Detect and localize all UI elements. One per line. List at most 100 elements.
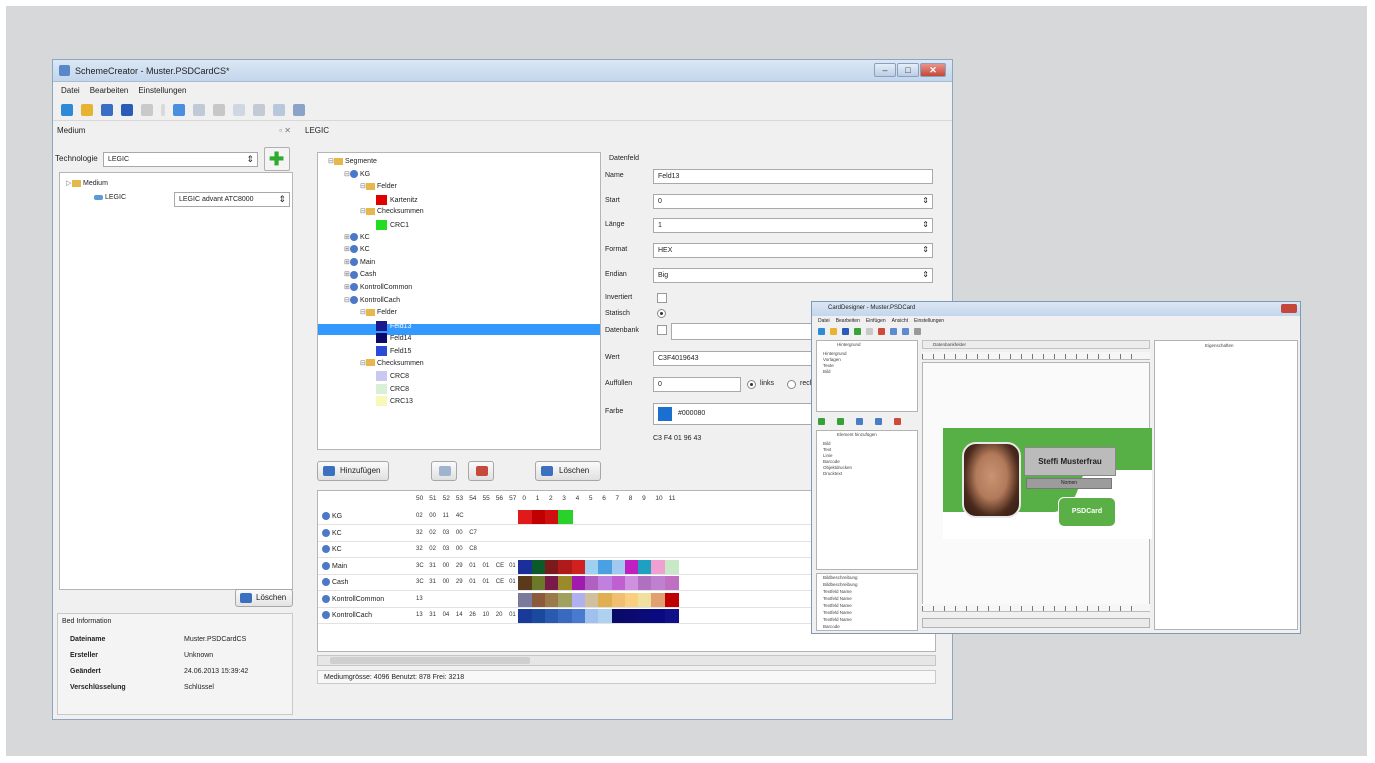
redo-icon[interactable] [902, 328, 909, 335]
card-logo[interactable]: PSDCard [1058, 497, 1116, 527]
grid-colored-cell[interactable] [584, 609, 600, 623]
remove-icon[interactable] [894, 418, 901, 425]
menu-einfuegen[interactable]: Einfügen [866, 318, 886, 324]
grid-colored-cell[interactable] [518, 609, 533, 623]
grid-cell[interactable]: 02 [429, 530, 436, 536]
grid-colored-cell[interactable] [624, 592, 640, 607]
paste-icon[interactable] [213, 103, 225, 116]
grid-colored-cell[interactable] [545, 576, 560, 590]
chip-type-select[interactable]: LEGIC advant ATC8000 ⇕ [174, 192, 290, 207]
grid-colored-cell[interactable] [545, 510, 560, 524]
open-db-icon[interactable] [101, 103, 113, 116]
grid-colored-cell[interactable] [611, 609, 626, 623]
grid-colored-cell[interactable] [598, 592, 613, 607]
grid-cell[interactable]: 00 [443, 563, 450, 569]
grid-cell[interactable]: 3C [416, 563, 424, 569]
grid-colored-cell[interactable] [651, 592, 666, 607]
undo-icon[interactable] [173, 103, 185, 116]
grid-colored-cell[interactable] [531, 592, 546, 607]
name-input[interactable]: Feld13 [653, 169, 933, 184]
grid-colored-cell[interactable] [571, 559, 586, 574]
grid-colored-cell[interactable] [518, 592, 533, 607]
grid-cell[interactable]: 32 [416, 530, 423, 536]
grid-colored-cell[interactable] [584, 559, 600, 574]
grid-cell[interactable]: 02 [429, 546, 436, 552]
grid-colored-cell[interactable] [518, 559, 533, 574]
grid-cell[interactable]: 14 [456, 612, 463, 618]
grid-cell[interactable]: C8 [469, 546, 477, 552]
grid-cell[interactable]: 00 [456, 546, 463, 552]
element-item[interactable]: Bild [823, 441, 831, 446]
tree-item[interactable]: CRC13 [376, 396, 413, 407]
list-item[interactable]: Bildbeschreibung [823, 575, 858, 580]
tree-item-medium[interactable]: ▷ Medium [66, 179, 108, 187]
add-field-button[interactable]: Hinzufügen [317, 461, 389, 481]
copy-icon[interactable] [193, 103, 205, 116]
format-select[interactable]: HEX ⇕ [653, 243, 933, 258]
new-icon[interactable] [818, 328, 825, 335]
grid-cell[interactable]: 31 [429, 563, 436, 569]
element-item[interactable]: Linie [823, 453, 833, 458]
grid-cell[interactable]: 01 [509, 612, 516, 618]
tree-item[interactable]: ⊟ Checksummen [360, 359, 424, 367]
grid-colored-cell[interactable] [518, 510, 533, 524]
grid-cell[interactable]: 01 [483, 579, 490, 585]
grid-colored-cell[interactable] [651, 559, 666, 574]
menu-datei[interactable]: Datei [61, 86, 80, 95]
grid-colored-cell[interactable] [531, 510, 546, 524]
tree-item[interactable]: ⊞ Main [344, 257, 375, 266]
start-spinbox[interactable]: 0 ⇕ [653, 194, 933, 209]
tree-item[interactable]: ⊞ KC [344, 245, 370, 254]
endian-select[interactable]: Big ⇕ [653, 268, 933, 283]
card-name[interactable]: Steffi Musterfrau [1024, 447, 1116, 476]
grid-cell[interactable]: 01 [509, 563, 516, 569]
menu-einstellungen[interactable]: Einstellungen [914, 318, 944, 324]
element-item[interactable]: Barcode [823, 459, 840, 464]
grid-colored-cell[interactable] [651, 609, 666, 623]
add-icon[interactable] [854, 328, 861, 335]
menu-bearbeiten[interactable]: Bearbeiten [90, 86, 129, 95]
color-button[interactable] [468, 461, 494, 481]
list-item[interactable]: Textfeld Name [823, 603, 852, 608]
grid-colored-cell[interactable] [598, 576, 613, 590]
element-item[interactable]: Drucktext [823, 471, 842, 476]
grid-colored-cell[interactable] [571, 609, 586, 623]
statisch-radio[interactable] [657, 309, 666, 318]
designer-close-button[interactable] [1281, 304, 1297, 313]
grid-cell[interactable]: 20 [496, 612, 503, 618]
list-item[interactable]: Textfeld Name [823, 596, 852, 601]
grid-colored-cell[interactable] [598, 609, 613, 623]
grid-colored-cell[interactable] [558, 559, 573, 574]
grid-colored-cell[interactable] [664, 576, 679, 590]
new-icon[interactable] [61, 103, 73, 116]
card-role[interactable]: Nomen [1026, 478, 1112, 489]
grid-cell[interactable]: 13 [416, 612, 423, 618]
delete-field-button[interactable]: Löschen [535, 461, 601, 481]
left-icon[interactable] [856, 418, 863, 425]
grid-colored-cell[interactable] [624, 576, 640, 590]
delete-icon[interactable] [878, 328, 885, 335]
layer-item[interactable]: Hintergrund [823, 351, 847, 356]
cut-icon[interactable] [866, 328, 873, 335]
import-icon[interactable] [233, 103, 245, 116]
grid-colored-cell[interactable] [571, 576, 586, 590]
tree-item[interactable]: ⊟ KG [344, 169, 370, 178]
grid-cell[interactable]: 3C [416, 579, 424, 585]
maximize-button[interactable]: □ [897, 63, 919, 77]
export-icon[interactable] [253, 103, 265, 116]
grid-colored-cell[interactable] [598, 559, 613, 574]
grid-cell[interactable]: 03 [443, 530, 450, 536]
grid-colored-cell[interactable] [584, 576, 600, 590]
menu-ansicht[interactable]: Ansicht [892, 318, 908, 324]
tree-item[interactable]: Feld13 [376, 320, 411, 331]
rechts-radio[interactable] [787, 380, 796, 389]
up-icon[interactable] [818, 418, 825, 425]
undo-icon[interactable] [890, 328, 897, 335]
grid-cell[interactable]: 29 [456, 579, 463, 585]
open-icon[interactable] [81, 103, 93, 116]
grid-colored-cell[interactable] [518, 576, 533, 590]
grid-cell[interactable]: 13 [416, 596, 423, 602]
close-button[interactable]: ✕ [920, 63, 946, 77]
grid-colored-cell[interactable] [531, 576, 546, 590]
tree-item[interactable]: ⊞ Cash [344, 270, 376, 279]
